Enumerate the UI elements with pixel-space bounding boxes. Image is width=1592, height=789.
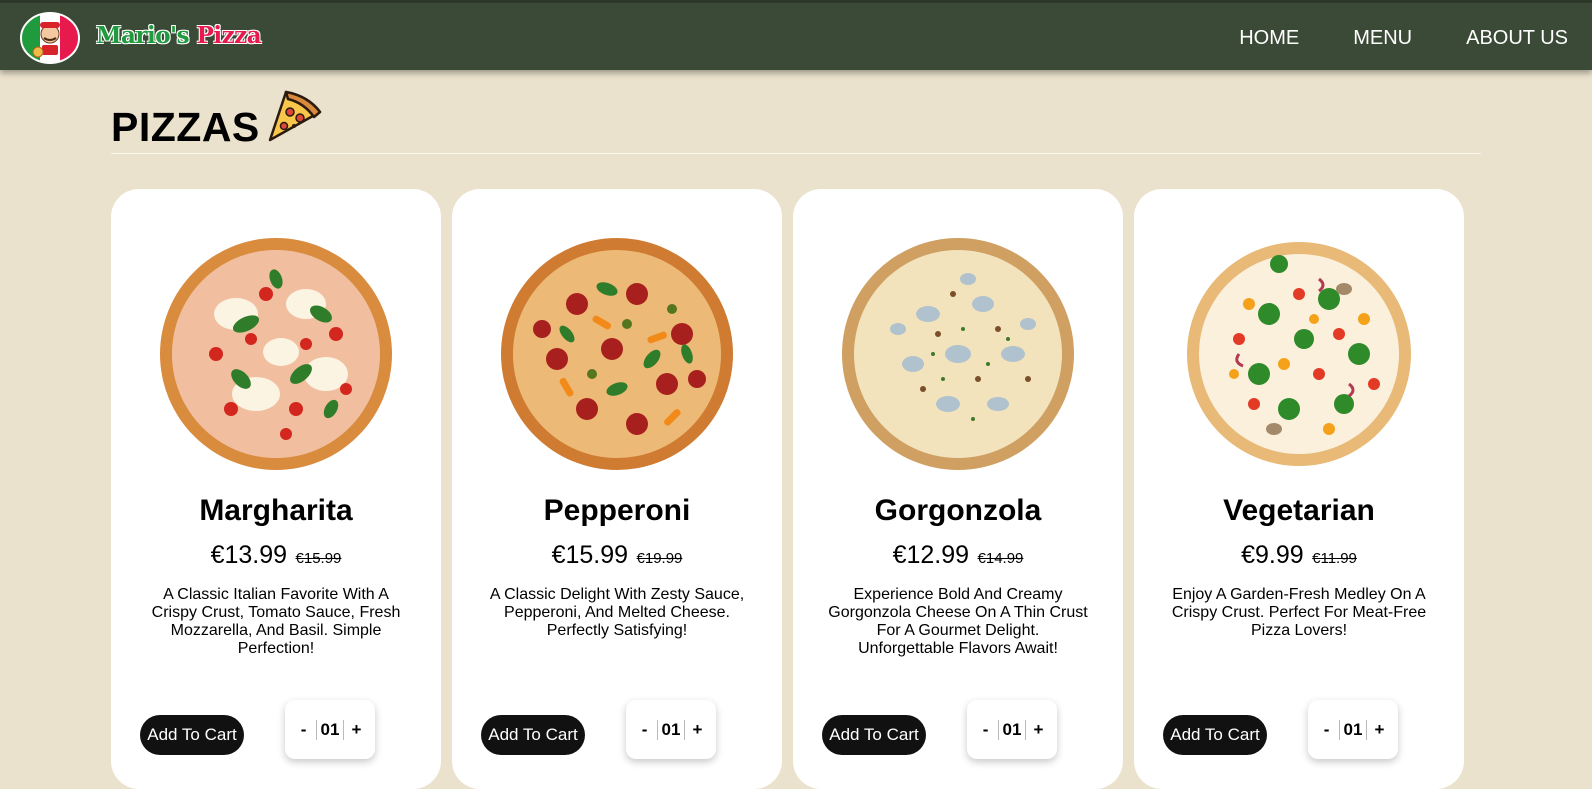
quantity-stepper: - 01 + xyxy=(967,700,1057,759)
quantity-value: 01 xyxy=(315,719,345,740)
margherita-pizza-image xyxy=(156,234,396,474)
brand-name[interactable]: Mario's Pizza xyxy=(96,22,262,49)
vegetarian-pizza-image xyxy=(1179,234,1419,474)
product-card: Gorgonzola €12.99 €14.99 Experience Bold… xyxy=(793,189,1123,789)
quantity-stepper: - 01 + xyxy=(285,700,375,759)
product-name: Gorgonzola xyxy=(874,494,1042,527)
section-divider xyxy=(111,153,1481,154)
navbar: Mario's Pizza HOME MENU ABOUT US xyxy=(0,0,1592,70)
decrease-quantity-button[interactable]: - xyxy=(635,720,655,740)
increase-quantity-button[interactable]: + xyxy=(1028,720,1048,740)
decrease-quantity-button[interactable]: - xyxy=(294,720,314,740)
add-to-cart-button[interactable]: Add To Cart xyxy=(1163,715,1267,755)
nav-menu-link[interactable]: MENU xyxy=(1353,27,1412,50)
increase-quantity-button[interactable]: + xyxy=(346,720,366,740)
brand-name-part2: Pizza xyxy=(196,22,262,49)
product-price: €15.99 xyxy=(551,541,629,569)
quantity-value: 01 xyxy=(656,719,686,740)
product-name: Pepperoni xyxy=(543,494,691,527)
increase-quantity-button[interactable]: + xyxy=(687,720,707,740)
brand-logo[interactable] xyxy=(20,12,80,64)
product-price: €12.99 xyxy=(892,541,970,569)
product-price-row: €15.99 €19.99 xyxy=(452,541,782,570)
product-card: Pepperoni €15.99 €19.99 A Classic Deligh… xyxy=(452,189,782,789)
nav-home-link[interactable]: HOME xyxy=(1239,27,1299,50)
product-price-row: €12.99 €14.99 xyxy=(793,541,1123,570)
product-card: Margharita €13.99 €15.99 A Classic Itali… xyxy=(111,189,441,789)
decrease-quantity-button[interactable]: - xyxy=(1317,720,1337,740)
quantity-value: 01 xyxy=(997,719,1027,740)
product-price: €9.99 xyxy=(1241,541,1304,569)
product-card: Vegetarian €9.99 €11.99 Enjoy A Garden-F… xyxy=(1134,189,1464,789)
section-title: PIZZAS xyxy=(111,104,260,150)
product-price: €13.99 xyxy=(210,541,288,569)
product-old-price: €15.99 xyxy=(295,550,342,567)
product-old-price: €14.99 xyxy=(977,550,1024,567)
pizza-slice-icon xyxy=(264,84,324,144)
quantity-value: 01 xyxy=(1338,719,1368,740)
quantity-stepper: - 01 + xyxy=(626,700,716,759)
product-name: Margharita xyxy=(199,494,353,527)
add-to-cart-button[interactable]: Add To Cart xyxy=(481,715,585,755)
add-to-cart-button[interactable]: Add To Cart xyxy=(822,715,926,755)
product-old-price: €11.99 xyxy=(1312,550,1357,567)
product-name: Vegetarian xyxy=(1223,494,1375,527)
decrease-quantity-button[interactable]: - xyxy=(976,720,996,740)
increase-quantity-button[interactable]: + xyxy=(1369,720,1389,740)
add-to-cart-button[interactable]: Add To Cart xyxy=(140,715,244,755)
nav-about-link[interactable]: ABOUT US xyxy=(1466,27,1568,50)
product-description: Experience Bold And Creamy Gorgonzola Ch… xyxy=(828,586,1088,657)
product-old-price: €19.99 xyxy=(636,550,683,567)
pepperoni-pizza-image xyxy=(497,234,737,474)
main-nav: HOME MENU ABOUT US xyxy=(1239,3,1592,73)
product-price-row: €13.99 €15.99 xyxy=(111,541,441,570)
brand-name-part1: Mario's xyxy=(96,22,190,49)
product-description: Enjoy A Garden-Fresh Medley On A Crispy … xyxy=(1171,586,1427,639)
product-description: A Classic Italian Favorite With A Crispy… xyxy=(151,586,401,657)
quantity-stepper: - 01 + xyxy=(1308,700,1398,759)
gorgonzola-pizza-image xyxy=(838,234,1078,474)
product-price-row: €9.99 €11.99 xyxy=(1134,541,1464,570)
product-description: A Classic Delight With Zesty Sauce, Pepp… xyxy=(489,586,745,639)
